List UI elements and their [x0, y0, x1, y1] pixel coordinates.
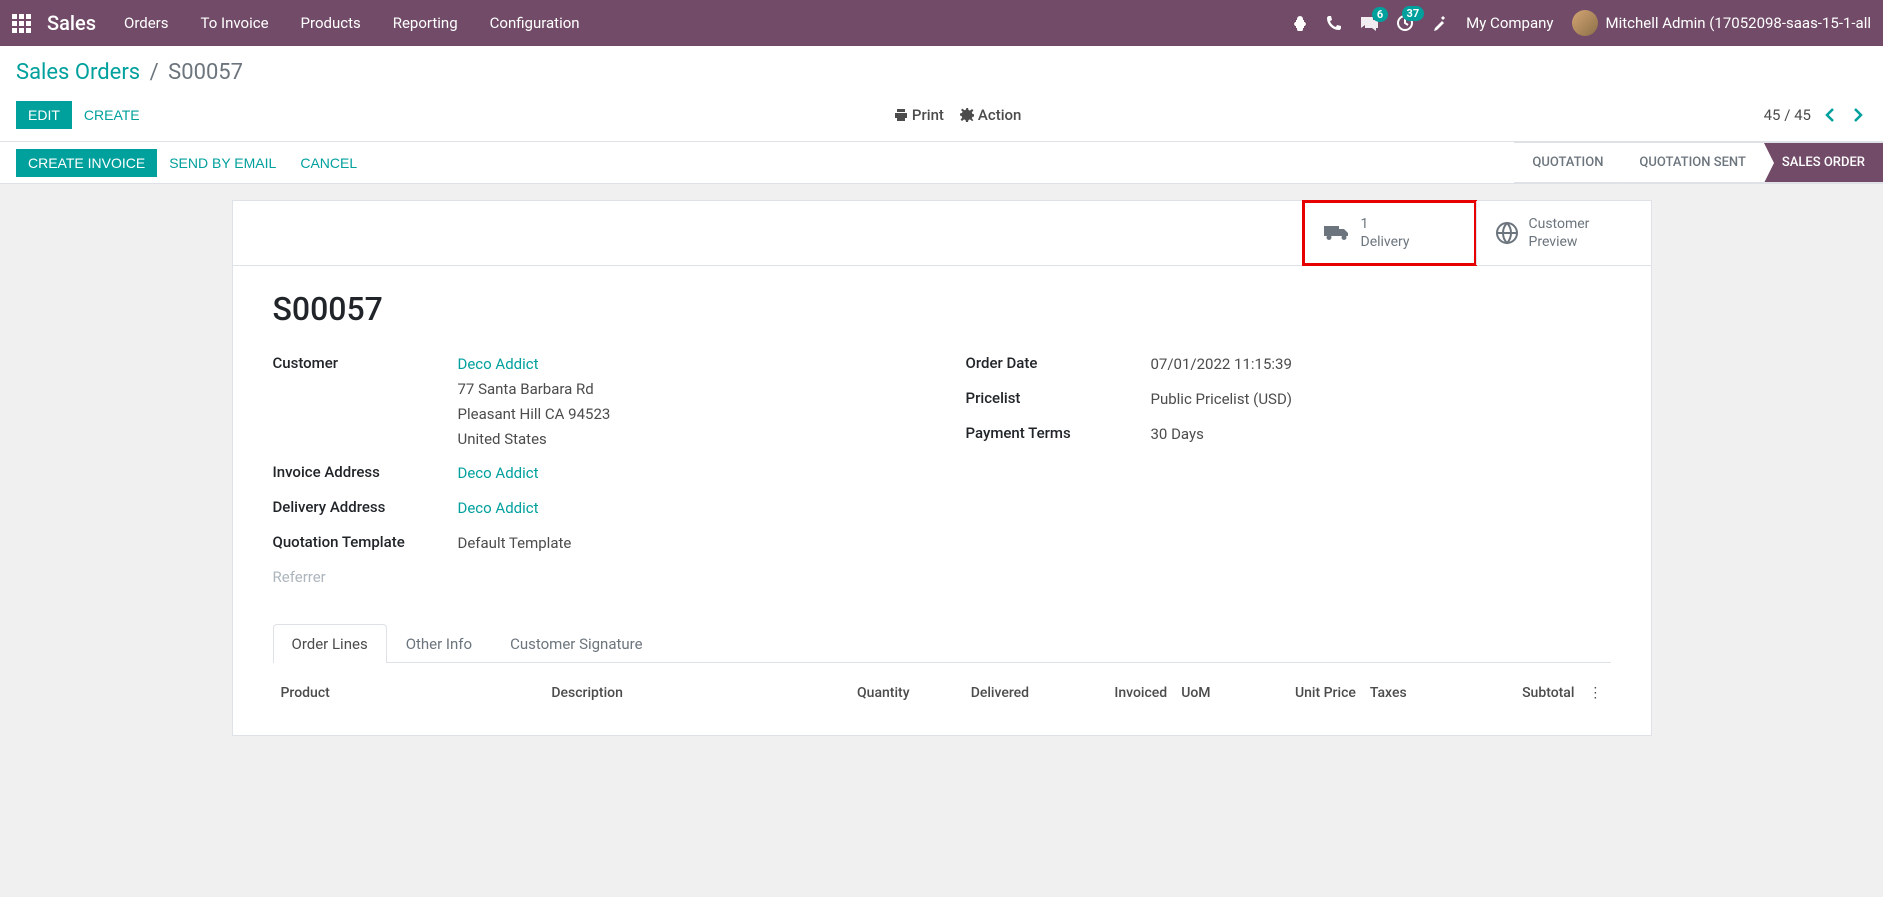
invoice-address-link[interactable]: Deco Addict — [458, 464, 539, 482]
tab-order-lines[interactable]: Order Lines — [273, 624, 387, 663]
messages-badge: 6 — [1372, 7, 1388, 22]
gear-icon — [960, 108, 974, 122]
tabs: Order Lines Other Info Customer Signatur… — [273, 624, 1611, 663]
th-taxes[interactable]: Taxes — [1364, 677, 1442, 709]
messages-icon[interactable]: 6 — [1360, 15, 1378, 31]
status-sales-order[interactable]: Sales Order — [1764, 142, 1883, 183]
value-pricelist: Public Pricelist (USD) — [1151, 387, 1611, 412]
label-quotation-template: Quotation Template — [273, 531, 458, 556]
th-invoiced[interactable]: Invoiced — [1037, 677, 1173, 709]
apps-icon[interactable] — [12, 14, 31, 33]
status-bar: Create Invoice Send by Email Cancel Quot… — [0, 142, 1883, 184]
pager-next[interactable] — [1849, 107, 1867, 123]
label-customer: Customer — [273, 352, 458, 451]
avatar — [1572, 10, 1598, 36]
customer-link[interactable]: Deco Addict — [458, 355, 539, 373]
tools-icon[interactable] — [1432, 15, 1448, 31]
activity-icon[interactable]: 37 — [1396, 14, 1414, 32]
tab-other-info[interactable]: Other Info — [387, 624, 491, 663]
delivery-stat-button[interactable]: 1 Delivery — [1302, 200, 1477, 266]
phone-icon[interactable] — [1326, 15, 1342, 31]
status-progress: Quotation Quotation Sent Sales Order — [1514, 142, 1883, 183]
label-invoice-address: Invoice Address — [273, 461, 458, 486]
truck-icon — [1323, 223, 1351, 243]
table-options-icon[interactable]: ⋮ — [1582, 677, 1608, 709]
form-sheet-wrap: 1 Delivery Customer Preview S00057 C — [0, 184, 1883, 752]
pager-count: 45 / 45 — [1764, 106, 1811, 124]
cancel-button[interactable]: Cancel — [288, 149, 369, 177]
globe-icon — [1495, 221, 1519, 245]
control-bar: Edit Create Print Action 45 / 45 — [0, 93, 1883, 142]
delivery-address-link[interactable]: Deco Addict — [458, 499, 539, 517]
value-customer: Deco Addict 77 Santa Barbara Rd Pleasant… — [458, 352, 918, 451]
th-delivered[interactable]: Delivered — [918, 677, 1035, 709]
order-lines-table: Product Description Quantity Delivered I… — [273, 675, 1611, 711]
create-invoice-button[interactable]: Create Invoice — [16, 149, 157, 177]
user-menu[interactable]: Mitchell Admin (17052098-saas-15-1-all — [1572, 10, 1872, 36]
status-quotation[interactable]: Quotation — [1514, 142, 1621, 183]
send-email-button[interactable]: Send by Email — [157, 149, 288, 177]
top-nav: Sales Orders To Invoice Products Reporti… — [0, 0, 1883, 46]
th-description[interactable]: Description — [545, 677, 815, 709]
pager-prev[interactable] — [1821, 107, 1839, 123]
pager: 45 / 45 — [1764, 106, 1867, 124]
form-body: S00057 Customer Deco Addict 77 Santa Bar… — [233, 266, 1651, 734]
preview-stat-text: Customer Preview — [1529, 215, 1590, 251]
left-column: Customer Deco Addict 77 Santa Barbara Rd… — [273, 352, 918, 595]
edit-button[interactable]: Edit — [16, 101, 72, 129]
label-delivery-address: Delivery Address — [273, 496, 458, 521]
nav-to-invoice[interactable]: To Invoice — [201, 14, 269, 32]
th-subtotal[interactable]: Subtotal — [1444, 677, 1580, 709]
print-button[interactable]: Print — [894, 106, 944, 124]
action-button[interactable]: Action — [960, 106, 1021, 124]
right-column: Order Date 07/01/2022 11:15:39 Pricelist… — [966, 352, 1611, 595]
th-quantity[interactable]: Quantity — [817, 677, 915, 709]
tab-customer-signature[interactable]: Customer Signature — [491, 624, 662, 663]
th-product[interactable]: Product — [275, 677, 544, 709]
breadcrumb-current: S00057 — [168, 60, 243, 85]
customer-preview-button[interactable]: Customer Preview — [1476, 201, 1651, 265]
debug-icon[interactable] — [1292, 15, 1308, 31]
form-sheet: 1 Delivery Customer Preview S00057 C — [232, 200, 1652, 736]
control-center: Print Action — [894, 106, 1022, 124]
breadcrumb: Sales Orders / S00057 — [16, 60, 1867, 85]
nav-configuration[interactable]: Configuration — [490, 14, 580, 32]
label-pricelist: Pricelist — [966, 387, 1151, 412]
activity-badge: 37 — [1402, 6, 1425, 21]
breadcrumb-parent[interactable]: Sales Orders — [16, 60, 140, 85]
label-payment-terms: Payment Terms — [966, 422, 1151, 447]
status-actions: Create Invoice Send by Email Cancel — [0, 149, 369, 177]
user-name: Mitchell Admin (17052098-saas-15-1-all — [1606, 14, 1872, 32]
label-referrer: Referrer — [273, 566, 326, 586]
company-selector[interactable]: My Company — [1466, 14, 1553, 32]
breadcrumb-separator: / — [150, 60, 159, 85]
order-title: S00057 — [273, 290, 1611, 328]
nav-products[interactable]: Products — [301, 14, 361, 32]
nav-reporting[interactable]: Reporting — [393, 14, 458, 32]
th-unit-price[interactable]: Unit Price — [1246, 677, 1362, 709]
value-quotation-template: Default Template — [458, 531, 918, 556]
brand[interactable]: Sales — [47, 11, 96, 35]
stat-buttons: 1 Delivery Customer Preview — [233, 201, 1651, 266]
create-button[interactable]: Create — [72, 101, 152, 129]
value-payment-terms: 30 Days — [1151, 422, 1611, 447]
th-uom[interactable]: UoM — [1175, 677, 1244, 709]
nav-right: 6 37 My Company Mitchell Admin (17052098… — [1292, 10, 1871, 36]
form-columns: Customer Deco Addict 77 Santa Barbara Rd… — [273, 352, 1611, 595]
nav-menu: Orders To Invoice Products Reporting Con… — [124, 14, 1292, 32]
nav-orders[interactable]: Orders — [124, 14, 169, 32]
breadcrumb-bar: Sales Orders / S00057 — [0, 46, 1883, 93]
print-icon — [894, 108, 908, 122]
label-order-date: Order Date — [966, 352, 1151, 377]
delivery-stat-text: 1 Delivery — [1361, 215, 1410, 251]
status-quotation-sent[interactable]: Quotation Sent — [1621, 142, 1763, 183]
table-header-row: Product Description Quantity Delivered I… — [275, 677, 1609, 709]
value-order-date: 07/01/2022 11:15:39 — [1151, 352, 1611, 377]
